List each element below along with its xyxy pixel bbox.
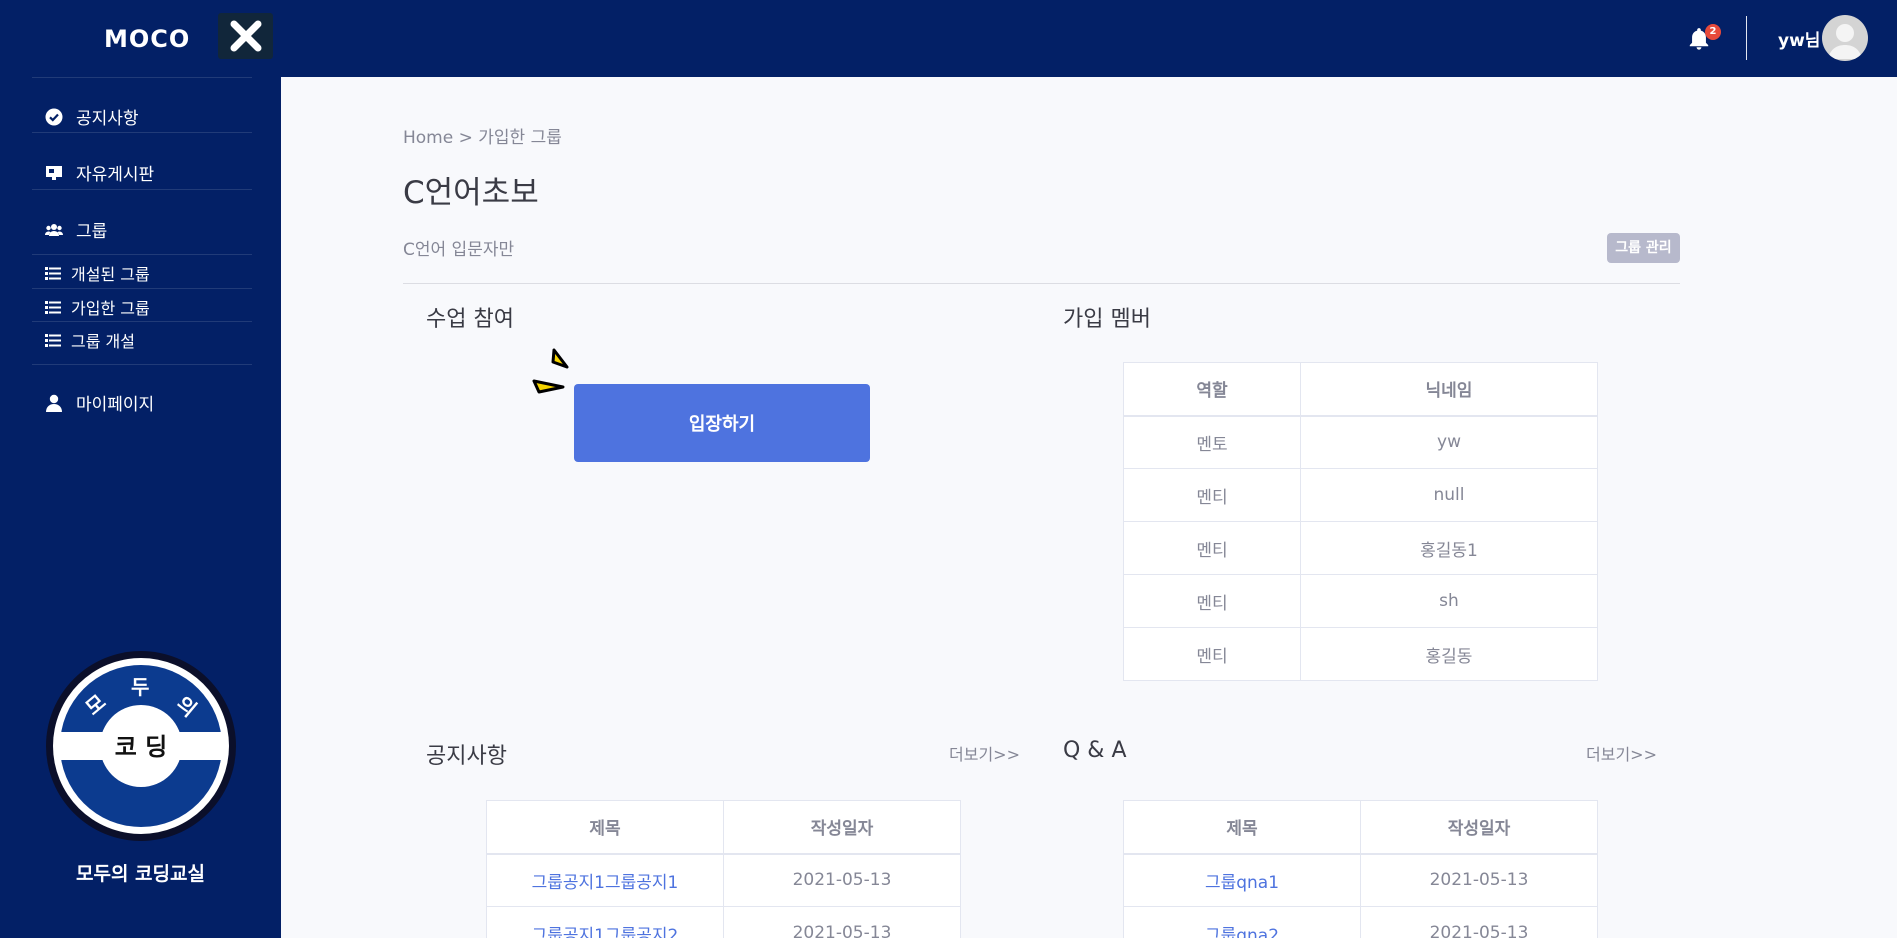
sidebar-item-group[interactable]: 그룹 bbox=[45, 217, 107, 242]
table-header-row: 제목 작성일자 bbox=[486, 800, 961, 855]
notice-more-link[interactable]: 더보기>> bbox=[949, 741, 1020, 765]
sidebar-subitem-joined-groups[interactable]: 가입한 그룹 bbox=[45, 295, 150, 319]
column-header-date: 작성일자 bbox=[723, 800, 961, 855]
notification-badge: 2 bbox=[1705, 24, 1721, 40]
sidebar-item-label: 공지사항 bbox=[76, 109, 139, 129]
logo-middle-text: 코 딩 bbox=[115, 733, 168, 761]
sidebar-divider bbox=[32, 321, 252, 322]
qna-date: 2021-05-13 bbox=[1360, 906, 1598, 938]
notice-date: 2021-05-13 bbox=[723, 906, 961, 938]
table-row: 그룹공지1그룹공지1 2021-05-13 bbox=[486, 853, 961, 907]
notice-section-title: 공지사항 bbox=[426, 744, 507, 769]
table-header-row: 제목 작성일자 bbox=[1123, 800, 1598, 855]
list-icon bbox=[45, 300, 61, 314]
enter-class-button[interactable]: 입장하기 bbox=[574, 384, 870, 462]
sidebar-subitem-label: 그룹 개설 bbox=[71, 332, 135, 351]
notice-title-link[interactable]: 그룹공지1그룹공지1 bbox=[486, 853, 724, 907]
table-row: 멘티 홍길동1 bbox=[1123, 521, 1598, 575]
table-row: 그룹qna1 2021-05-13 bbox=[1123, 853, 1598, 907]
sidebar-divider bbox=[32, 132, 252, 133]
sidebar-subitem-opened-groups[interactable]: 개설된 그룹 bbox=[45, 261, 150, 285]
brand-name: MOCO bbox=[104, 24, 191, 53]
member-nickname: 홍길동 bbox=[1300, 627, 1598, 681]
column-header-date: 작성일자 bbox=[1360, 800, 1598, 855]
table-row: 멘티 홍길동 bbox=[1123, 627, 1598, 681]
group-description: C언어 입문자만 bbox=[403, 240, 515, 260]
member-role: 멘티 bbox=[1123, 521, 1301, 575]
breadcrumb: Home > 가입한 그룹 bbox=[403, 128, 562, 148]
user-icon bbox=[45, 394, 63, 412]
qna-date: 2021-05-13 bbox=[1360, 853, 1598, 907]
notice-title-link[interactable]: 그룹공지1그룹공지2 bbox=[486, 906, 724, 938]
table-row: 그룹공지1그룹공지2 2021-05-13 bbox=[486, 906, 961, 938]
chalkboard-icon bbox=[45, 164, 63, 182]
table-row: 멘토 yw bbox=[1123, 415, 1598, 469]
qna-more-link[interactable]: 더보기>> bbox=[1586, 741, 1657, 765]
sidebar-item-label: 마이페이지 bbox=[76, 395, 155, 415]
column-header-title: 제목 bbox=[486, 800, 724, 855]
topbar: MOCO 2 yw님 bbox=[0, 0, 1897, 77]
members-table: 역할 닉네임 멘토 yw 멘티 null 멘티 홍길동1 멘티 sh 멘티 홍길… bbox=[1123, 362, 1598, 681]
sidebar-item-label: 자유게시판 bbox=[76, 165, 155, 185]
main-content: Home > 가입한 그룹 C언어초보 C언어 입문자만 그룹 관리 수업 참여… bbox=[281, 77, 1897, 938]
sidebar: 공지사항 자유게시판 그룹 개설된 그룹 가입한 그룹 그룹 개설 마이페이지 … bbox=[0, 77, 281, 938]
sidebar-divider bbox=[32, 189, 252, 190]
member-nickname: null bbox=[1300, 468, 1598, 522]
table-row: 멘티 null bbox=[1123, 468, 1598, 522]
sidebar-item-notice[interactable]: 공지사항 bbox=[45, 104, 139, 129]
list-icon bbox=[45, 333, 61, 347]
topbar-divider bbox=[1746, 16, 1747, 60]
member-role: 멘티 bbox=[1123, 627, 1301, 681]
users-icon bbox=[45, 221, 63, 239]
member-nickname: sh bbox=[1300, 574, 1598, 628]
column-header-role: 역할 bbox=[1123, 362, 1301, 417]
sidebar-divider bbox=[32, 77, 252, 78]
members-section-title: 가입 멤버 bbox=[1063, 307, 1151, 332]
column-header-title: 제목 bbox=[1123, 800, 1361, 855]
column-header-nickname: 닉네임 bbox=[1300, 362, 1598, 417]
sidebar-item-board[interactable]: 자유게시판 bbox=[45, 160, 154, 185]
sidebar-divider bbox=[32, 288, 252, 289]
table-header-row: 역할 닉네임 bbox=[1123, 362, 1598, 417]
sidebar-toggle-button[interactable] bbox=[218, 13, 273, 59]
qna-table: 제목 작성일자 그룹qna1 2021-05-13 그룹qna2 2021-05… bbox=[1123, 800, 1598, 938]
sidebar-footer-title: 모두의 코딩교실 bbox=[76, 863, 205, 885]
logo-emblem: 모 두 의 코 딩 bbox=[46, 651, 236, 841]
logo-top-char: 두 bbox=[131, 675, 149, 699]
notice-table: 제목 작성일자 그룹공지1그룹공지1 2021-05-13 그룹공지1그룹공지2… bbox=[486, 800, 961, 938]
check-circle-icon bbox=[45, 108, 63, 126]
sidebar-subitem-label: 가입한 그룹 bbox=[71, 299, 150, 318]
close-icon bbox=[230, 20, 261, 52]
sidebar-subitem-label: 개설된 그룹 bbox=[71, 265, 150, 284]
avatar[interactable] bbox=[1822, 15, 1868, 61]
sidebar-divider bbox=[32, 364, 252, 365]
member-nickname: 홍길동1 bbox=[1300, 521, 1598, 575]
header-divider bbox=[403, 283, 1680, 284]
sidebar-subitem-create-group[interactable]: 그룹 개설 bbox=[45, 328, 135, 352]
list-icon bbox=[45, 266, 61, 280]
user-name[interactable]: yw님 bbox=[1778, 26, 1820, 51]
class-section-title: 수업 참여 bbox=[426, 307, 514, 332]
notice-date: 2021-05-13 bbox=[723, 853, 961, 907]
member-role: 멘티 bbox=[1123, 574, 1301, 628]
qna-section-title: Q & A bbox=[1063, 738, 1127, 763]
table-row: 그룹qna2 2021-05-13 bbox=[1123, 906, 1598, 938]
sidebar-item-label: 그룹 bbox=[76, 222, 108, 242]
qna-title-link[interactable]: 그룹qna1 bbox=[1123, 853, 1361, 907]
table-row: 멘티 sh bbox=[1123, 574, 1598, 628]
member-role: 멘토 bbox=[1123, 415, 1301, 469]
page-title: C언어초보 bbox=[403, 175, 539, 211]
group-manage-button[interactable]: 그룹 관리 bbox=[1607, 233, 1680, 263]
sidebar-divider bbox=[32, 254, 252, 255]
qna-title-link[interactable]: 그룹qna2 bbox=[1123, 906, 1361, 938]
user-avatar-icon bbox=[1828, 24, 1862, 59]
sidebar-item-mypage[interactable]: 마이페이지 bbox=[45, 390, 154, 415]
member-nickname: yw bbox=[1300, 415, 1598, 469]
member-role: 멘티 bbox=[1123, 468, 1301, 522]
